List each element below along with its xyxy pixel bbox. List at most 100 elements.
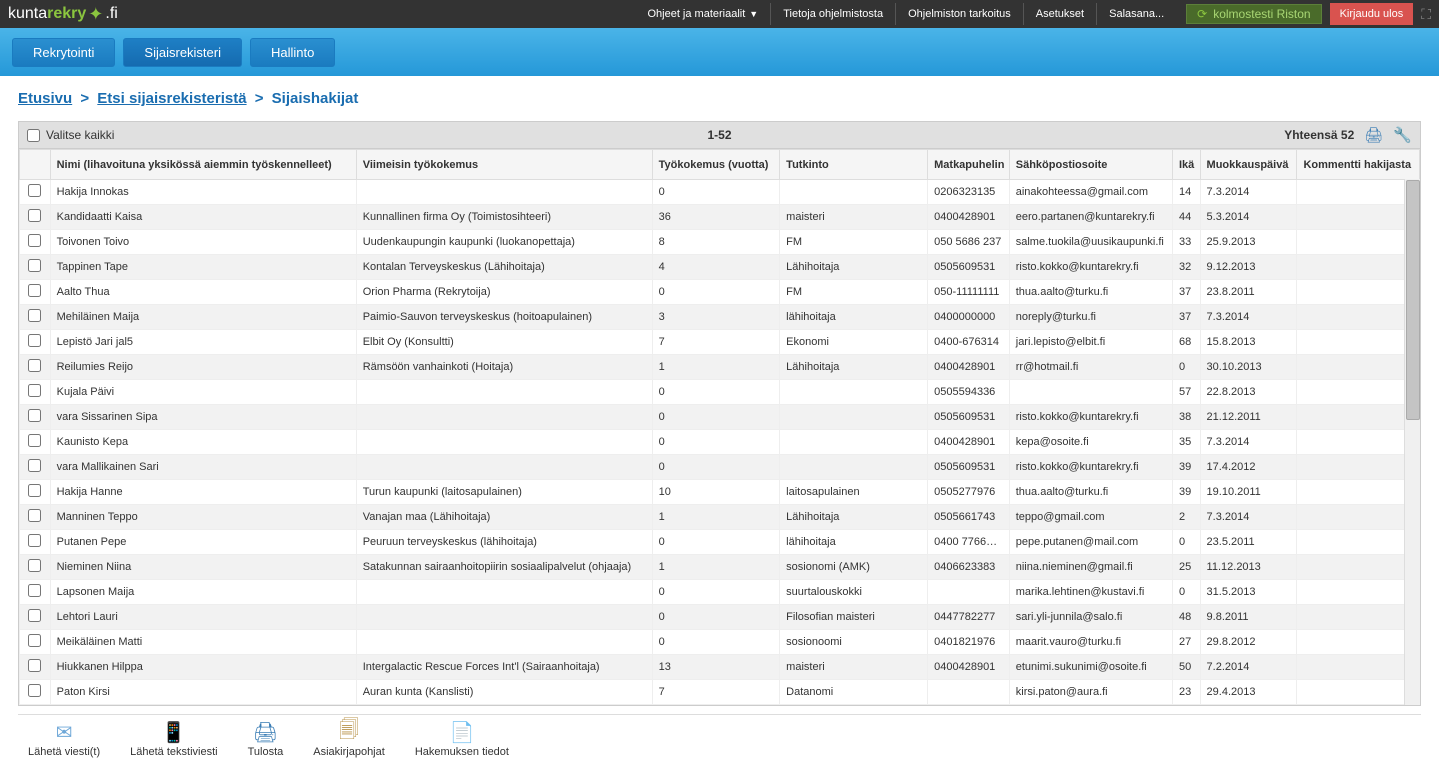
send-message-button[interactable]: ✉ Lähetä viesti(t) xyxy=(28,721,100,758)
cell-years: 0 xyxy=(652,530,780,555)
cell-age: 23 xyxy=(1173,680,1201,705)
col-date[interactable]: Muokkauspäivä xyxy=(1200,150,1297,180)
table-row[interactable]: Nieminen NiinaSatakunnan sairaanhoitopii… xyxy=(20,555,1420,580)
table-row[interactable]: Lepistö Jari jal5Elbit Oy (Konsultti)7Ek… xyxy=(20,330,1420,355)
table-row[interactable]: Hakija Innokas00206323135ainakohteessa@g… xyxy=(20,180,1420,205)
table-row[interactable]: Kandidaatti KaisaKunnallinen firma Oy (T… xyxy=(20,205,1420,230)
select-all-checkbox[interactable] xyxy=(27,129,40,142)
table-row[interactable]: Mehiläinen MaijaPaimio-Sauvon terveyskes… xyxy=(20,305,1420,330)
table-row[interactable]: Hiukkanen HilppaIntergalactic Rescue For… xyxy=(20,655,1420,680)
send-sms-button[interactable]: 📱 Lähetä tekstiviesti xyxy=(130,721,217,758)
table-row[interactable]: Lapsonen Maija0suurtalouskokkimarika.leh… xyxy=(20,580,1420,605)
col-phone[interactable]: Matkapuhelin xyxy=(928,150,1010,180)
scrollbar[interactable] xyxy=(1404,179,1420,705)
cell-phone: 0505594336 xyxy=(928,380,1010,405)
row-checkbox[interactable] xyxy=(28,434,41,447)
col-years[interactable]: Työkokemus (vuotta) xyxy=(652,150,780,180)
table-row[interactable]: Toivonen ToivoUudenkaupungin kaupunki (l… xyxy=(20,230,1420,255)
col-degree[interactable]: Tutkinto xyxy=(780,150,928,180)
cell-date: 11.12.2013 xyxy=(1200,555,1297,580)
row-checkbox[interactable] xyxy=(28,309,41,322)
table-row[interactable]: vara Sissarinen Sipa00505609531risto.kok… xyxy=(20,405,1420,430)
select-all[interactable]: Valitse kaikki xyxy=(27,128,114,142)
table-row[interactable]: Hakija HanneTurun kaupunki (laitosapulai… xyxy=(20,480,1420,505)
col-name[interactable]: Nimi (lihavoituna yksikössä aiemmin työs… xyxy=(50,150,356,180)
cell-email: marika.lehtinen@kustavi.fi xyxy=(1009,580,1172,605)
about-link[interactable]: Tietoja ohjelmistosta xyxy=(770,3,895,25)
col-age[interactable]: Ikä xyxy=(1173,150,1201,180)
row-checkbox[interactable] xyxy=(28,609,41,622)
breadcrumb-search[interactable]: Etsi sijaisrekisteristä xyxy=(97,90,246,107)
row-checkbox[interactable] xyxy=(28,509,41,522)
cell-comment xyxy=(1297,230,1420,255)
cell-phone: 0505609531 xyxy=(928,255,1010,280)
row-checkbox[interactable] xyxy=(28,634,41,647)
cell-degree xyxy=(780,180,928,205)
table-row[interactable]: Reilumies ReijoRämsöön vanhainkoti (Hoit… xyxy=(20,355,1420,380)
row-checkbox[interactable] xyxy=(28,334,41,347)
mail-icon: ✉ xyxy=(56,721,73,743)
cell-phone xyxy=(928,580,1010,605)
row-checkbox[interactable] xyxy=(28,284,41,297)
col-comment[interactable]: Kommentti hakijasta xyxy=(1297,150,1420,180)
table-row[interactable]: Kaunisto Kepa00400428901kepa@osoite.fi35… xyxy=(20,430,1420,455)
purpose-link[interactable]: Ohjelmiston tarkoitus xyxy=(895,3,1023,25)
cell-degree xyxy=(780,430,928,455)
cell-phone: 0400428901 xyxy=(928,205,1010,230)
scroll-thumb[interactable] xyxy=(1406,180,1420,420)
tab-hallinto[interactable]: Hallinto xyxy=(250,38,335,67)
cell-exp xyxy=(356,605,652,630)
cell-years: 0 xyxy=(652,405,780,430)
cell-date: 30.10.2013 xyxy=(1200,355,1297,380)
doc-templates-button[interactable]: 🗐 Asiakirjapohjat xyxy=(313,721,385,758)
row-checkbox[interactable] xyxy=(28,184,41,197)
breadcrumb-home[interactable]: Etusivu xyxy=(18,90,72,107)
logo[interactable]: kuntarekry✦.fi xyxy=(8,4,118,25)
password-link[interactable]: Salasana... xyxy=(1096,3,1176,25)
col-email[interactable]: Sähköpostiosoite xyxy=(1009,150,1172,180)
row-checkbox[interactable] xyxy=(28,684,41,697)
table-row[interactable]: Putanen PepePeuruun terveyskeskus (lähih… xyxy=(20,530,1420,555)
col-exp[interactable]: Viimeisin työkokemus xyxy=(356,150,652,180)
application-details-button[interactable]: 📄 Hakemuksen tiedot xyxy=(415,721,509,758)
table-row[interactable]: Aalto ThuaOrion Pharma (Rekrytoija)0FM05… xyxy=(20,280,1420,305)
row-checkbox[interactable] xyxy=(28,359,41,372)
cell-date: 9.12.2013 xyxy=(1200,255,1297,280)
table-row[interactable]: Meikäläinen Matti0sosionoomi0401821976ma… xyxy=(20,630,1420,655)
applicants-table: Nimi (lihavoituna yksikössä aiemmin työs… xyxy=(19,149,1420,705)
table-row[interactable]: vara Mallikainen Sari00505609531risto.ko… xyxy=(20,455,1420,480)
row-checkbox[interactable] xyxy=(28,559,41,572)
row-checkbox[interactable] xyxy=(28,484,41,497)
cell-email: jari.lepisto@elbit.fi xyxy=(1009,330,1172,355)
cell-name: Kandidaatti Kaisa xyxy=(50,205,356,230)
table-row[interactable]: Tappinen TapeKontalan Terveyskeskus (Läh… xyxy=(20,255,1420,280)
cell-age: 37 xyxy=(1173,305,1201,330)
cell-name: Aalto Thua xyxy=(50,280,356,305)
settings-link[interactable]: Asetukset xyxy=(1023,3,1096,25)
cell-degree: lähihoitaja xyxy=(780,530,928,555)
table-toolbar: Valitse kaikki 1-52 Yhteensä 52 🖨 🔧 xyxy=(18,121,1421,149)
row-checkbox[interactable] xyxy=(28,409,41,422)
tab-rekrytointi[interactable]: Rekrytointi xyxy=(12,38,115,67)
help-link[interactable]: Ohjeet ja materiaalit▼ xyxy=(635,3,770,25)
table-row[interactable]: Manninen TeppoVanajan maa (Lähihoitaja)1… xyxy=(20,505,1420,530)
row-checkbox[interactable] xyxy=(28,534,41,547)
print-button[interactable]: 🖨 Tulosta xyxy=(248,721,284,758)
gear-icon[interactable]: 🔧 xyxy=(1393,126,1412,144)
expand-icon[interactable]: ⛶ xyxy=(1421,6,1431,23)
table-row[interactable]: Kujala Päivi005055943365722.8.2013 xyxy=(20,380,1420,405)
logout-button[interactable]: Kirjaudu ulos xyxy=(1330,3,1414,25)
row-checkbox[interactable] xyxy=(28,584,41,597)
print-icon[interactable]: 🖨 xyxy=(1364,126,1383,144)
row-checkbox[interactable] xyxy=(28,234,41,247)
table-row[interactable]: Paton KirsiAuran kunta (Kanslisti)7Datan… xyxy=(20,680,1420,705)
tab-sijaisrekisteri[interactable]: Sijaisrekisteri xyxy=(123,38,242,67)
table-row[interactable]: Lehtori Lauri0Filosofian maisteri0447782… xyxy=(20,605,1420,630)
row-checkbox[interactable] xyxy=(28,459,41,472)
row-checkbox[interactable] xyxy=(28,384,41,397)
user-box[interactable]: ⟳ kolmostesti Riston xyxy=(1186,4,1321,24)
row-checkbox[interactable] xyxy=(28,209,41,222)
user-name: kolmostesti Riston xyxy=(1213,7,1310,21)
row-checkbox[interactable] xyxy=(28,659,41,672)
row-checkbox[interactable] xyxy=(28,259,41,272)
